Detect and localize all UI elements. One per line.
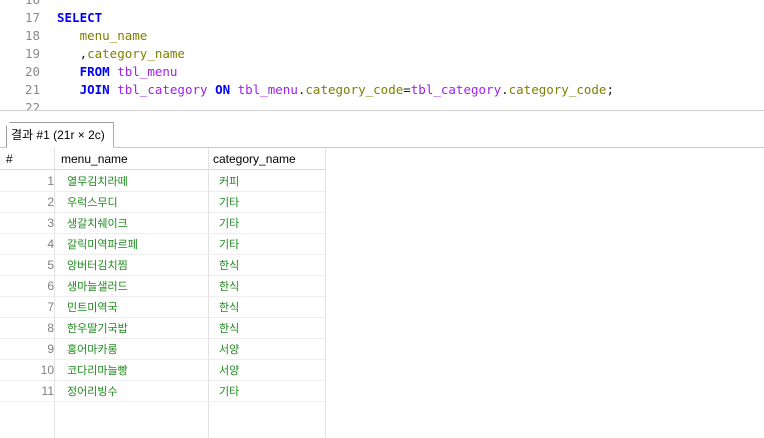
code-text: menu_name [57, 27, 148, 45]
column-name: category_name [87, 46, 185, 61]
row-number: 6 [47, 279, 54, 293]
punctuation [57, 46, 80, 61]
cell-menu-name[interactable]: 갈릭미역파르페 [67, 234, 138, 255]
cell-category-name[interactable]: 커피 [219, 171, 239, 192]
line-number: 21 [24, 82, 40, 97]
row-number: 11 [41, 384, 54, 398]
punctuation: ; [606, 82, 614, 97]
punctuation [230, 82, 238, 97]
cell-category-name[interactable]: 서양 [219, 339, 239, 360]
row-number: 10 [40, 363, 54, 377]
cell-menu-name[interactable]: 코다리마늘빵 [67, 360, 128, 381]
cell-category-name[interactable]: 기타 [219, 381, 239, 402]
table-name: tbl_category [117, 82, 208, 97]
row-number: 7 [47, 300, 54, 314]
sql-editor[interactable]: 1617 SELECT 18 menu_name 19 ,category_name 2… [0, 0, 764, 110]
table-name: tbl_menu [237, 82, 298, 97]
cell-category-name[interactable]: 기타 [219, 234, 239, 255]
row-number: 9 [47, 342, 54, 356]
table-name: tbl_menu [117, 64, 178, 79]
sql-keyword: JOIN [79, 82, 110, 97]
code-text: ,category_name [57, 45, 185, 63]
line-number: 19 [24, 46, 40, 61]
cell-category-name[interactable]: 한식 [219, 297, 239, 318]
row-number: 4 [47, 237, 54, 251]
cell-category-name[interactable]: 기타 [219, 213, 239, 234]
line-number: 16 [0, 0, 40, 9]
cell-menu-name[interactable]: 우럭스무디 [67, 192, 118, 213]
results-panel: 결과 #1 (21r × 2c) # menu_name category_na… [0, 111, 764, 438]
table-row[interactable]: 5 앙버터김치찜 한식 [0, 255, 330, 276]
table-row[interactable]: 1 열무김치라떼 커피 [0, 171, 330, 192]
table-row[interactable]: 11 정어리빙수 기타 [0, 381, 330, 402]
line-number: 18 [24, 28, 40, 43]
code-text: JOIN tbl_category ON tbl_menu.category_c… [57, 81, 614, 99]
punctuation: . [501, 82, 509, 97]
results-tab-strip: 결과 #1 (21r × 2c) [0, 111, 764, 148]
row-number: 1 [47, 174, 54, 188]
line-number: 22 [24, 100, 40, 110]
cell-category-name[interactable]: 서양 [219, 360, 239, 381]
punctuation [57, 64, 80, 79]
row-number: 5 [47, 258, 54, 272]
code-text: FROM tbl_menu [57, 63, 178, 81]
table-row[interactable]: 6 생마늘샐러드 한식 [0, 276, 330, 297]
cell-menu-name[interactable]: 앙버터김치찜 [67, 255, 128, 276]
column-header-row-number[interactable]: # [0, 148, 54, 170]
table-row[interactable]: 2 우럭스무디 기타 [0, 192, 330, 213]
punctuation: = [403, 82, 411, 97]
column-header-category-name[interactable]: category_name [209, 148, 325, 170]
table-row[interactable]: 7 민트미역국 한식 [0, 297, 330, 318]
table-row[interactable]: 3 생갈치쉐이크 기타 [0, 213, 330, 234]
column-name: category_code [508, 82, 607, 97]
sql-keyword: SELECT [57, 10, 103, 25]
column-name: category_code [305, 82, 404, 97]
cell-menu-name[interactable]: 한우딸기국밥 [67, 318, 128, 339]
punctuation: , [79, 46, 88, 61]
row-separator [0, 401, 325, 402]
row-number: 2 [47, 195, 54, 209]
column-header-menu-name[interactable]: menu_name [55, 148, 208, 170]
line-number: 20 [24, 64, 40, 79]
line-number: 17 [24, 10, 40, 25]
row-number: 8 [47, 321, 54, 335]
table-row[interactable]: 8 한우딸기국밥 한식 [0, 318, 330, 339]
cell-menu-name[interactable]: 홍어마카롱 [67, 339, 118, 360]
cell-menu-name[interactable]: 생갈치쉐이크 [67, 213, 128, 234]
punctuation [57, 82, 80, 97]
cell-category-name[interactable]: 한식 [219, 255, 239, 276]
cell-menu-name[interactable]: 민트미역국 [67, 297, 118, 318]
cell-category-name[interactable]: 기타 [219, 192, 239, 213]
table-row[interactable]: 4 갈릭미역파르페 기타 [0, 234, 330, 255]
code-text: SELECT [57, 9, 102, 27]
cell-category-name[interactable]: 한식 [219, 276, 239, 297]
table-row[interactable]: 9 홍어마카롱 서양 [0, 339, 330, 360]
row-number: 3 [47, 216, 54, 230]
table-name: tbl_category [410, 82, 502, 97]
punctuation [208, 82, 216, 97]
sql-keyword: ON [215, 82, 231, 97]
tab-result-1[interactable]: 결과 #1 (21r × 2c) [6, 122, 114, 148]
sql-keyword: FROM [79, 64, 110, 79]
cell-category-name[interactable]: 한식 [219, 318, 239, 339]
cell-menu-name[interactable]: 정어리빙수 [67, 381, 118, 402]
table-row[interactable]: 10 코다리마늘빵 서양 [0, 360, 330, 381]
punctuation [57, 28, 80, 43]
column-name: menu_name [79, 28, 148, 43]
cell-menu-name[interactable]: 열무김치라떼 [67, 171, 128, 192]
cell-menu-name[interactable]: 생마늘샐러드 [67, 276, 128, 297]
